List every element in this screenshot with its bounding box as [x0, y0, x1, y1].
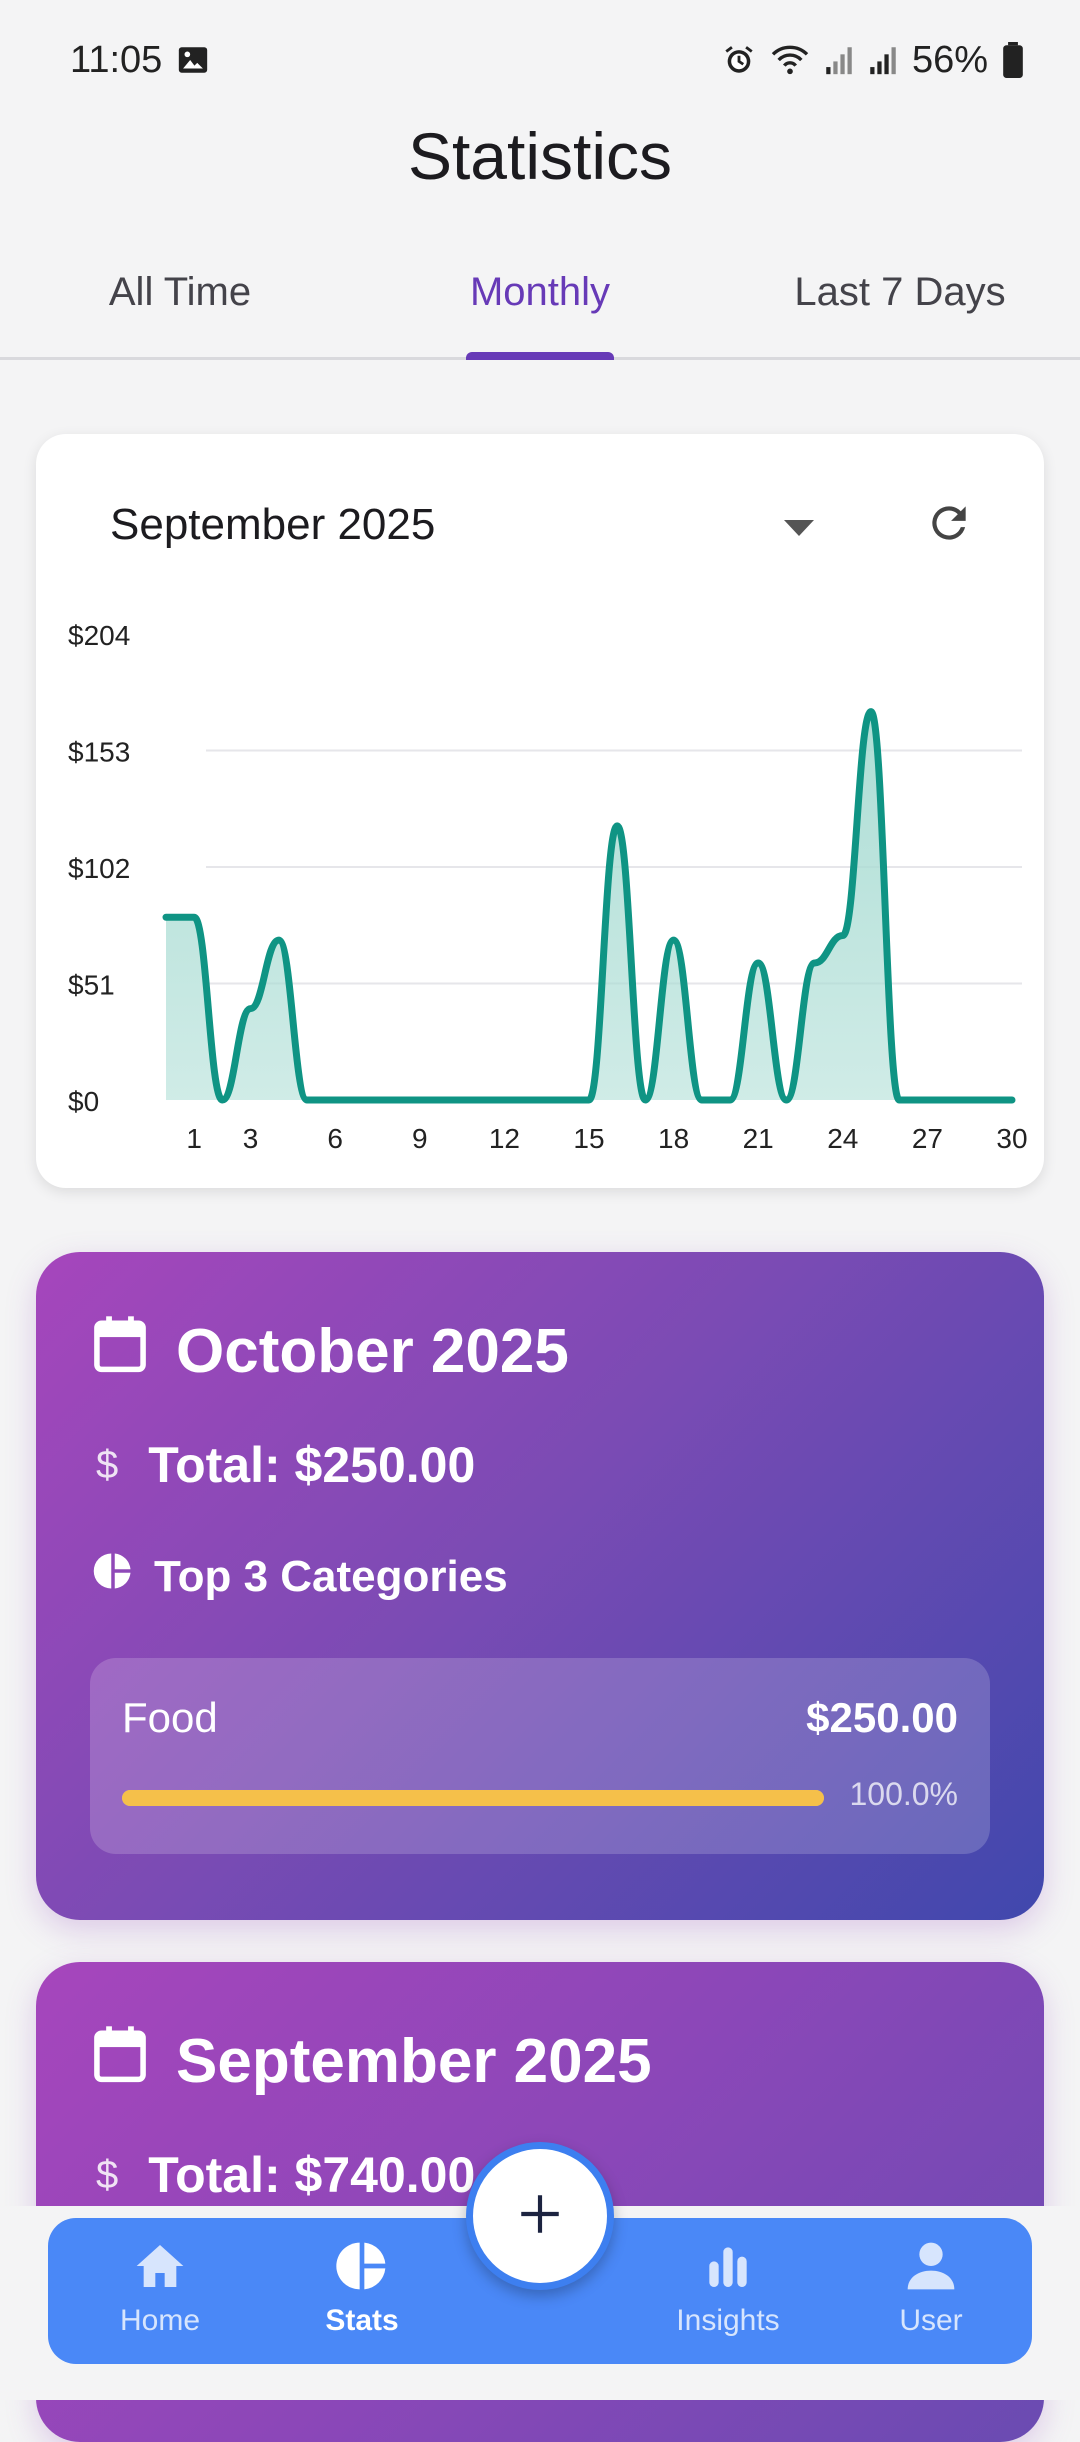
x-tick-label: 30: [996, 1123, 1027, 1154]
category-progress-track: [122, 1790, 824, 1806]
nav-user[interactable]: User: [851, 2238, 1011, 2338]
x-tick-label: 9: [412, 1123, 428, 1154]
wifi-icon: [770, 43, 810, 77]
x-tick-label: 3: [243, 1123, 259, 1154]
battery-icon: [1002, 42, 1024, 78]
month-card-title: October 2025: [92, 1314, 569, 1389]
calendar-icon: [92, 1314, 148, 1389]
tab-label: Last 7 Days: [794, 270, 1006, 314]
dollar-icon: $: [96, 2152, 119, 2197]
tab-last-7-days[interactable]: Last 7 Days: [720, 250, 1080, 357]
nav-label: Stats: [325, 2304, 399, 2337]
status-time: 11:05: [70, 38, 163, 81]
month-total: $ Total: $740.00: [96, 2146, 475, 2204]
status-bar: 11:05 56%: [0, 0, 1080, 120]
top-categories-label: Top 3 Categories: [154, 1551, 508, 1601]
x-tick-label: 24: [827, 1123, 858, 1154]
tab-label: All Time: [108, 270, 252, 314]
y-tick-label: $0: [68, 1086, 99, 1117]
x-tick-label: 1: [186, 1123, 202, 1154]
category-name: Food: [122, 1694, 218, 1741]
month-card-october[interactable]: October 2025 $ Total: $250.00 Top 3 Cate…: [36, 1252, 1044, 1920]
category-percent: 100.0%: [849, 1776, 958, 1812]
pie-chart-icon: [92, 1550, 134, 1603]
battery-percent: 56%: [911, 38, 988, 81]
month-total: $ Total: $250.00: [96, 1436, 475, 1494]
y-tick-label: $102: [68, 853, 130, 884]
tab-bar: All Time Monthly Last 7 Days: [0, 250, 1080, 360]
image-icon: [176, 43, 210, 77]
y-tick-label: $51: [68, 970, 115, 1001]
tab-monthly[interactable]: Monthly: [360, 250, 720, 360]
category-item-food[interactable]: Food $250.00 100.0%: [90, 1658, 990, 1854]
spending-line-chart: $0 $51 $102 $153 $204 1 3 6 9 12 15 18 21 24 27 30: [68, 620, 1028, 1154]
y-tick-label: $204: [68, 620, 130, 651]
signal-icon-2: [868, 43, 898, 77]
tab-indicator: [466, 352, 614, 360]
top-categories-heading: Top 3 Categories: [92, 1550, 508, 1603]
nav-insights[interactable]: Insights: [648, 2238, 808, 2338]
add-transaction-button[interactable]: [466, 2142, 614, 2290]
month-card-title-text: September 2025: [176, 2027, 652, 2096]
month-total-text: Total: $740.00: [148, 2147, 476, 2203]
dollar-icon: $: [96, 1442, 119, 1487]
nav-label: User: [899, 2304, 963, 2337]
plus-icon: [515, 2189, 565, 2244]
user-icon: [851, 2238, 1011, 2294]
nav-label: Home: [119, 2304, 201, 2337]
x-tick-label: 21: [743, 1123, 774, 1154]
signal-icon: [824, 43, 854, 77]
bar-chart-icon: [648, 2238, 808, 2294]
x-tick-label: 12: [489, 1123, 520, 1154]
alarm-icon: [722, 43, 756, 77]
nav-label: Insights: [676, 2304, 780, 2337]
category-progress-fill: [122, 1790, 824, 1806]
home-icon: [80, 2238, 240, 2294]
nav-home[interactable]: Home: [80, 2238, 240, 2338]
tab-all-time[interactable]: All Time: [0, 250, 360, 357]
month-card-title: September 2025: [92, 2024, 652, 2099]
pie-chart-icon: [282, 2238, 442, 2294]
x-tick-label: 6: [327, 1123, 343, 1154]
chart-card: September 2025 $0 $51 $102 $153 $204 1 3 6 9 12 15…: [36, 434, 1044, 1188]
month-card-title-text: October 2025: [176, 1317, 569, 1386]
calendar-icon: [92, 2024, 148, 2099]
page-title: Statistics: [407, 119, 673, 193]
x-tick-label: 18: [658, 1123, 689, 1154]
nav-stats[interactable]: Stats: [282, 2238, 442, 2338]
y-tick-label: $153: [68, 737, 130, 768]
x-tick-label: 27: [912, 1123, 943, 1154]
month-total-text: Total: $250.00: [148, 1437, 476, 1493]
x-tick-label: 15: [573, 1123, 604, 1154]
tab-label: Monthly: [469, 270, 611, 314]
category-amount: $250.00: [806, 1694, 958, 1741]
